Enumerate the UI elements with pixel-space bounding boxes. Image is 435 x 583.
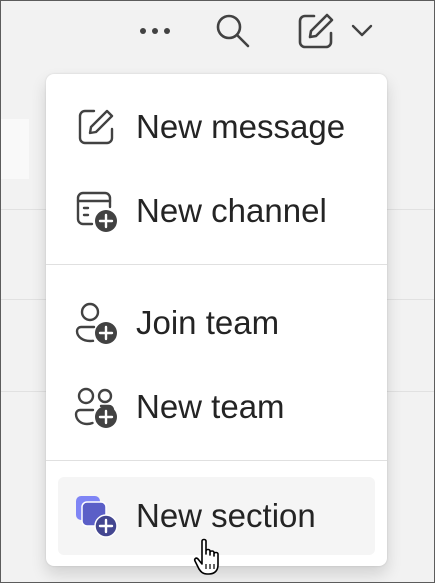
compose-icon	[74, 105, 118, 149]
person-add-icon	[74, 301, 118, 345]
hand-pointer-cursor-icon	[193, 537, 227, 577]
search-icon	[215, 13, 251, 49]
menu-divider	[46, 264, 387, 265]
menu-divider	[46, 460, 387, 461]
section-add-icon	[74, 494, 118, 538]
menu-item-label: New team	[136, 388, 285, 425]
menu-item-join-team[interactable]: Join team	[58, 291, 375, 355]
menu-item-new-team[interactable]: New team	[58, 375, 375, 439]
menu-item-label: New message	[136, 108, 346, 145]
menu-item-new-channel[interactable]: New channel	[58, 179, 375, 243]
people-add-icon	[74, 385, 118, 429]
chevron-down-icon	[351, 24, 373, 38]
menu-item-label: New section	[136, 497, 316, 534]
menu-item-new-message[interactable]: New message	[58, 95, 375, 159]
menu-item-label: Join team	[136, 304, 280, 341]
menu-item-label: New channel	[136, 192, 327, 229]
channel-add-icon	[74, 189, 118, 233]
more-horizontal-icon	[139, 27, 171, 35]
new-item-button[interactable]	[287, 9, 383, 53]
search-button[interactable]	[209, 9, 257, 53]
compose-icon	[297, 12, 335, 50]
background-panel	[1, 119, 29, 179]
more-options-button[interactable]	[131, 9, 179, 53]
new-item-menu: New message New channel Join team New te…	[46, 74, 387, 566]
app-frame: New message New channel Join team New te…	[0, 0, 435, 583]
